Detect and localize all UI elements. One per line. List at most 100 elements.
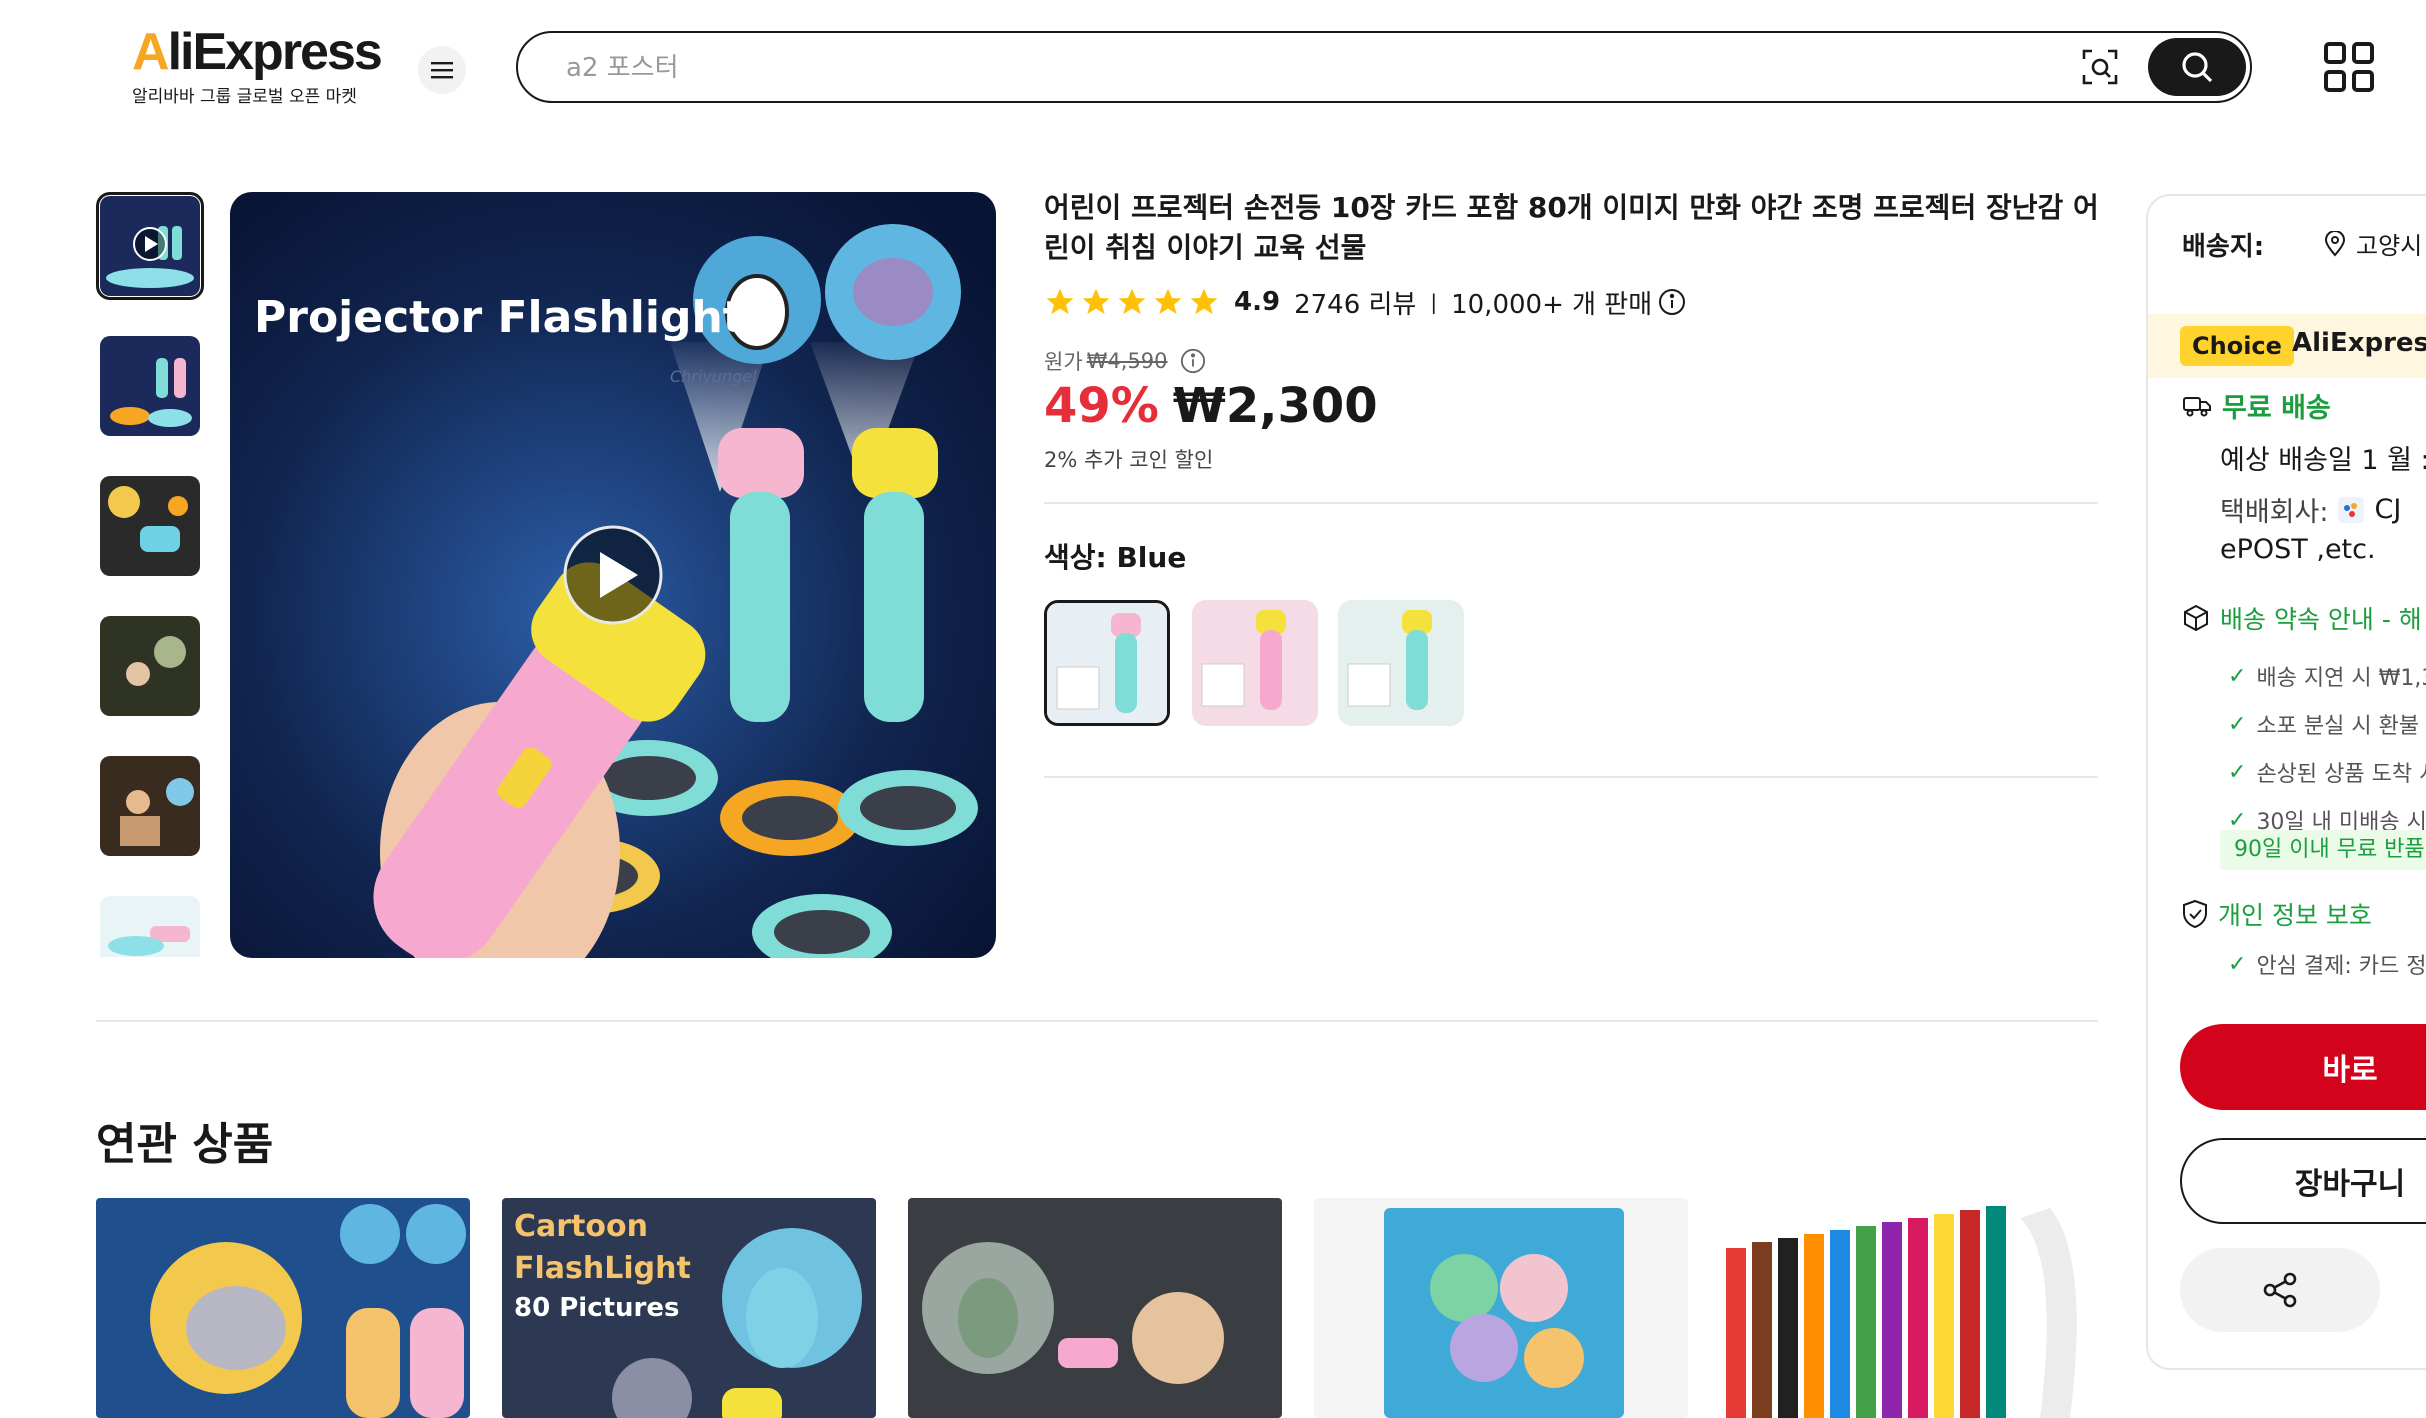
free-return-badge: 90일 이내 무료 반품	[2220, 830, 2426, 870]
guarantee-text: 손상된 상품 도착 시	[2256, 762, 2426, 787]
logo-tagline: 알리바바 그룹 글로벌 오픈 마켓	[132, 87, 357, 107]
guarantee-item: ✓ 소포 분실 시 환불	[2228, 708, 2419, 740]
related-product-card[interactable]	[1314, 1198, 1688, 1418]
info-icon[interactable]	[1180, 348, 1206, 374]
thumbnail-image[interactable]	[100, 896, 200, 957]
star-icon	[1118, 288, 1146, 314]
star-icon	[1154, 288, 1182, 314]
guarantee-item: ✓ 안심 결제: 카드 정	[2228, 948, 2426, 980]
free-shipping-text: 무료 배송	[2222, 393, 2331, 424]
image-search-button[interactable]	[2078, 45, 2122, 89]
delivery-promise[interactable]: 배송 약속 안내 - 해	[2182, 600, 2422, 636]
original-price-row: 원가 ₩4,590	[1044, 346, 1206, 376]
thumbnail-strip	[96, 192, 206, 957]
share-icon	[2263, 1272, 2297, 1308]
truck-icon	[2183, 396, 2211, 416]
related-product-card[interactable]	[96, 1198, 470, 1418]
carrier-label: 택배회사:	[2220, 497, 2329, 528]
star-icon	[1190, 288, 1218, 314]
star-icon	[1046, 288, 1074, 314]
card-caption: FlashLight	[514, 1251, 691, 1286]
card-caption: Cartoon	[514, 1209, 648, 1244]
color-swatch-green[interactable]	[1338, 600, 1464, 726]
search-bar	[516, 31, 2252, 103]
guarantee-item: ✓ 배송 지연 시 ₩1,3	[2228, 660, 2426, 692]
guarantee-text: 소포 분실 시 환불	[2256, 714, 2420, 739]
box-icon	[2184, 604, 2208, 632]
card-caption: 80 Pictures	[514, 1293, 679, 1323]
qr-code-icon	[2324, 42, 2374, 92]
add-to-cart-button[interactable]: 장바구니	[2180, 1138, 2426, 1224]
ship-to-label: 배송지:	[2182, 232, 2265, 262]
qr-code-button[interactable]	[2322, 40, 2376, 94]
check-icon: ✓	[2228, 951, 2247, 977]
sale-price: ₩2,300	[1172, 378, 1378, 434]
rating-row: 4.9 2746 리뷰 | 10,000+ 개 판매	[1044, 284, 1686, 320]
main-image-caption: Projector Flashlight	[254, 292, 744, 343]
discount-percent: 49%	[1044, 378, 1159, 434]
search-input[interactable]	[564, 45, 1868, 91]
location-text: 고양시	[2356, 232, 2423, 260]
privacy-protection[interactable]: 개인 정보 보호	[2182, 896, 2372, 932]
related-products-title: 연관 상품	[96, 1119, 274, 1170]
color-label: 색상: Blue	[1044, 541, 1187, 574]
carrier-name: CJ	[2374, 494, 2402, 525]
menu-button[interactable]	[418, 46, 466, 94]
coin-discount: 2% 추가 코인 할인	[1044, 448, 1214, 472]
choice-banner: Choice AliExpress	[2148, 314, 2426, 378]
star-rating	[1044, 286, 1220, 318]
related-product-card[interactable]	[1720, 1198, 2094, 1418]
thumbnail-image[interactable]	[100, 336, 200, 436]
thumbnail-image[interactable]	[100, 616, 200, 716]
product-title: 어린이 프로젝터 손전등 10장 카드 포함 80개 이미지 만화 야간 조명 …	[1044, 191, 2099, 264]
check-icon: ✓	[2228, 663, 2247, 689]
star-icon	[1082, 288, 1110, 314]
check-icon: ✓	[2228, 807, 2247, 833]
choice-badge: Choice	[2180, 326, 2294, 366]
color-swatch-pink[interactable]	[1192, 600, 1318, 726]
logo-wordmark: AliExpress	[132, 23, 383, 81]
check-icon: ✓	[2228, 711, 2247, 737]
thumbnail-image[interactable]	[100, 476, 200, 576]
carrier-more: ePOST ,etc.	[2220, 534, 2376, 565]
related-product-card[interactable]: Cartoon FlashLight 80 Pictures	[502, 1198, 876, 1418]
guarantee-text: 안심 결제: 카드 정	[2256, 954, 2426, 979]
rating-value: 4.9	[1234, 287, 1281, 317]
privacy-title: 개인 정보 보호	[2218, 901, 2372, 930]
check-icon: ✓	[2228, 759, 2247, 785]
search-button[interactable]	[2148, 38, 2246, 96]
related-product-card[interactable]	[908, 1198, 1282, 1418]
carrier-row: 택배회사: CJ	[2220, 490, 2401, 529]
divider	[1044, 502, 2098, 504]
promise-title: 배송 약속 안내 - 해	[2220, 605, 2422, 634]
buy-now-button[interactable]: 바로	[2180, 1024, 2426, 1110]
main-product-image[interactable]: Projector Flashlight Chriyungel	[230, 192, 996, 958]
original-price: ₩4,590	[1086, 349, 1168, 373]
thumbnail-video[interactable]	[96, 192, 204, 300]
search-icon	[2182, 52, 2213, 83]
color-swatch-blue[interactable]	[1044, 600, 1170, 726]
ship-to-location[interactable]: 고양시	[2324, 226, 2422, 261]
carrier-logo-icon	[2338, 496, 2365, 523]
location-pin-icon	[2324, 230, 2346, 257]
image-watermark: Chriyungel	[670, 367, 757, 386]
divider	[1044, 776, 2098, 778]
guarantee-item: ✓ 손상된 상품 도착 시	[2228, 756, 2426, 788]
divider	[96, 1020, 2098, 1022]
info-icon[interactable]	[1658, 288, 1686, 316]
review-count-link[interactable]: 2746 리뷰	[1294, 284, 1416, 321]
original-price-label: 원가	[1044, 350, 1083, 374]
guarantee-text: 배송 지연 시 ₩1,3	[2256, 666, 2426, 691]
aliexpress-logo[interactable]: AliExpress 알리바바 그룹 글로벌 오픈 마켓	[130, 22, 390, 112]
delivery-estimate: 예상 배송일 1 월 :	[2220, 445, 2426, 476]
thumbnail-image[interactable]	[100, 756, 200, 856]
choice-brand: AliExpress	[2292, 328, 2426, 358]
sold-count: 10,000+ 개 판매	[1451, 289, 1653, 320]
hamburger-icon	[431, 62, 453, 79]
camera-scan-icon	[2082, 49, 2118, 85]
separator: |	[1430, 290, 1438, 314]
purchase-panel: 배송지: 고양시 Choice AliExpress 무료 배송 예상 배송일 …	[2146, 194, 2426, 1370]
free-shipping: 무료 배송	[2182, 386, 2331, 425]
price-row: 49% ₩2,300	[1044, 378, 1378, 434]
share-button[interactable]	[2180, 1248, 2380, 1332]
